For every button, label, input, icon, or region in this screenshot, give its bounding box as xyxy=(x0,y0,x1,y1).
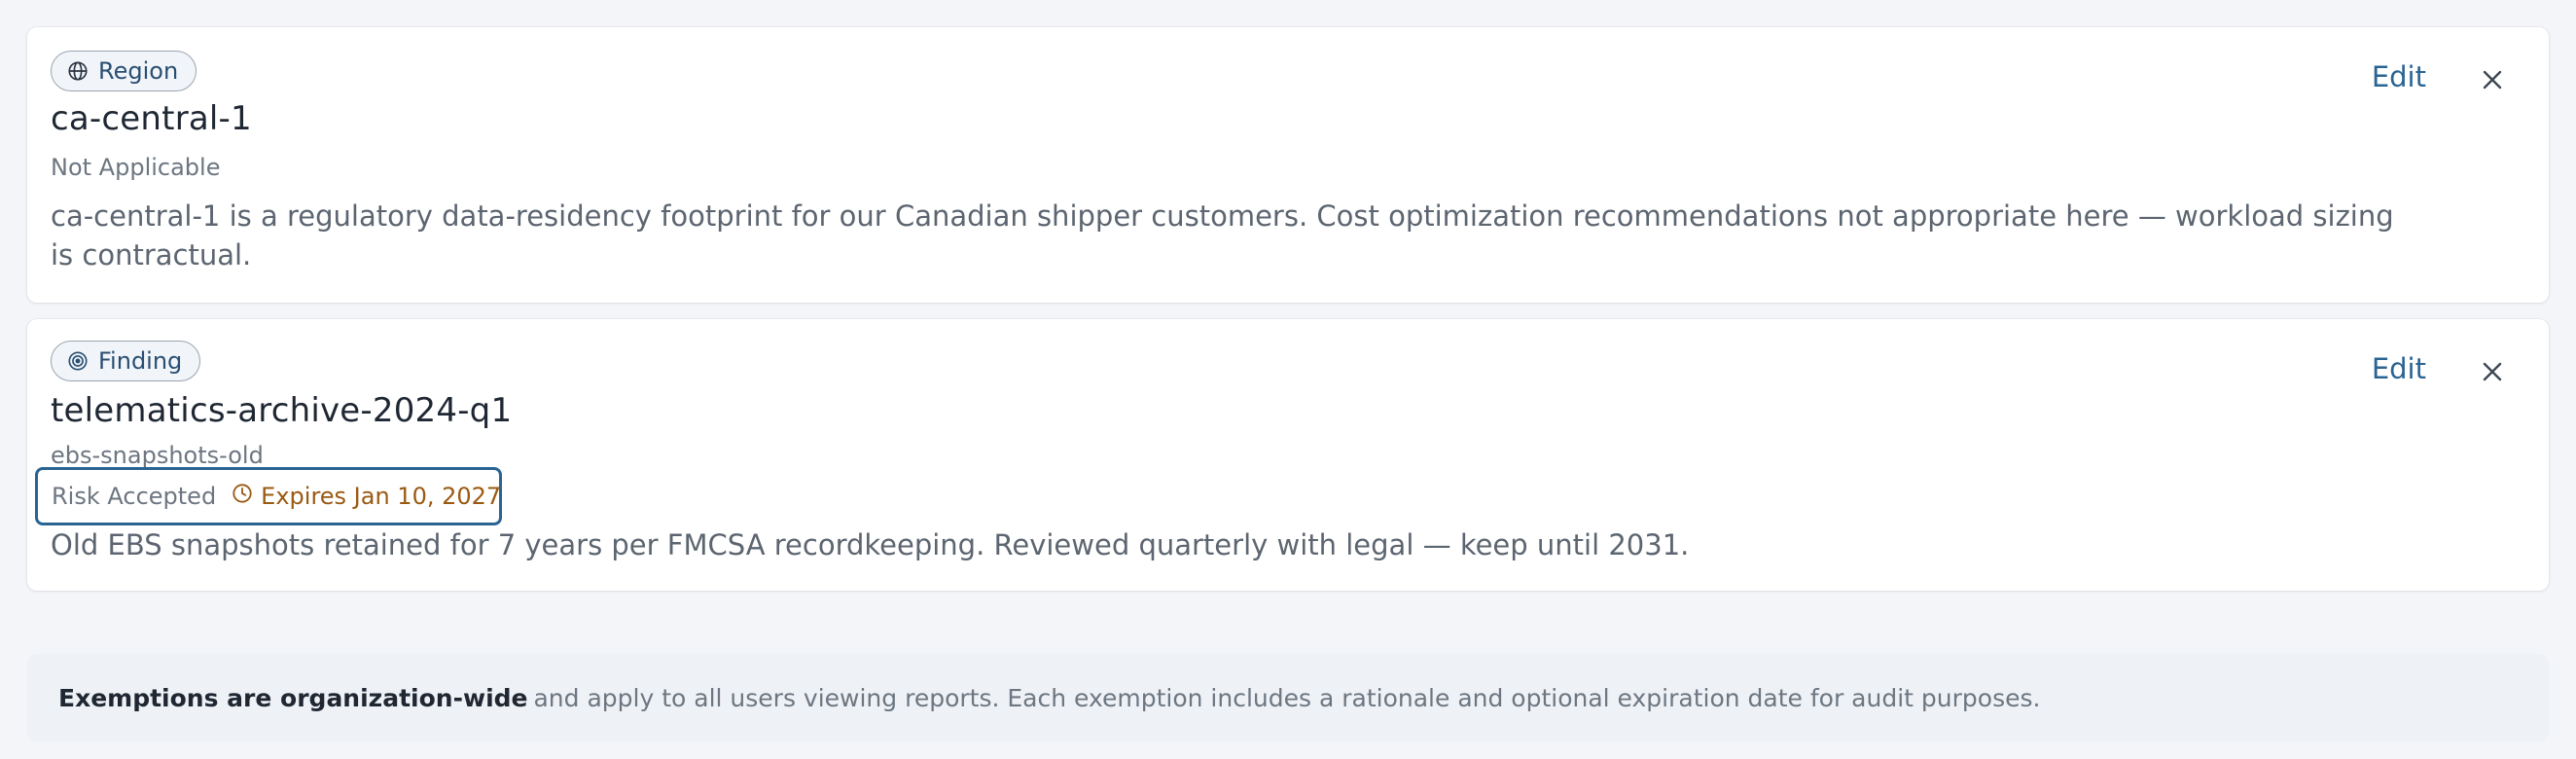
exemption-card-finding: Finding telematics-archive-2024-q1 ebs-s… xyxy=(27,319,2549,591)
exemption-title: telematics-archive-2024-q1 xyxy=(51,391,513,430)
info-note-emphasis: Exemptions are organization-wide xyxy=(58,683,528,712)
clock-icon xyxy=(232,483,253,510)
expiration-date: Expires Jan 10, 2027 xyxy=(232,483,501,510)
exemption-description: ca-central-1 is a regulatory data-reside… xyxy=(51,199,2394,271)
edit-button[interactable]: Edit xyxy=(2372,60,2426,93)
badge-label: Region xyxy=(98,57,179,85)
exemption-title: ca-central-1 xyxy=(51,99,252,138)
info-note-text: and apply to all users viewing reports. … xyxy=(533,683,2041,712)
status-label: Risk Accepted xyxy=(52,483,217,510)
globe-icon xyxy=(67,60,89,82)
close-icon[interactable] xyxy=(2479,66,2506,93)
target-icon xyxy=(67,350,89,372)
close-icon[interactable] xyxy=(2479,358,2506,385)
badge-label: Finding xyxy=(98,347,183,375)
expires-text: Expires Jan 10, 2027 xyxy=(261,483,502,510)
info-note: Exemptions are organization-wide and app… xyxy=(27,654,2549,741)
exemption-card-region: Region ca-central-1 Not Applicable ca-ce… xyxy=(27,27,2549,303)
type-badge-region: Region xyxy=(51,51,197,91)
exemption-subtitle: ebs-snapshots-old xyxy=(51,442,264,469)
exemption-subtitle: Not Applicable xyxy=(51,154,221,181)
exemption-description: Old EBS snapshots retained for 7 years p… xyxy=(51,528,1690,561)
status-row[interactable]: Risk Accepted Expires Jan 10, 2027 xyxy=(35,467,502,525)
type-badge-finding: Finding xyxy=(51,341,201,381)
edit-button[interactable]: Edit xyxy=(2372,352,2426,385)
